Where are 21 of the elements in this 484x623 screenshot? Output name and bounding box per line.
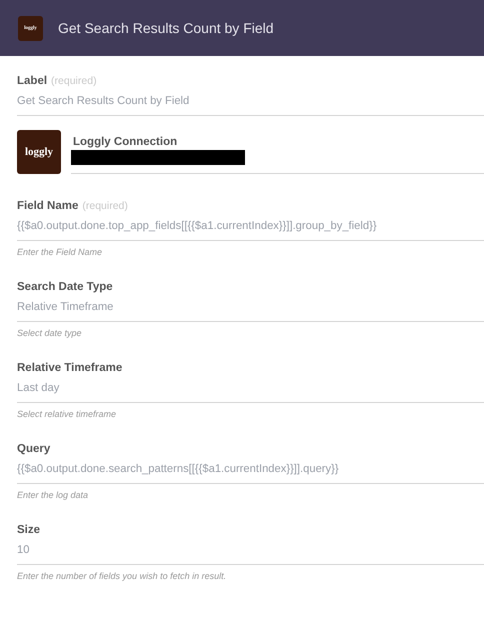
input-field[interactable]: {{$a0.output.done.search_patterns[[{{$a1.currentIndex}}]].query}} (17, 457, 484, 484)
input-field[interactable]: Get Search Results Count by Field (17, 89, 484, 116)
step-title: Get Search Results Count by Field (58, 20, 274, 36)
connection-title: Loggly Connection (73, 136, 178, 148)
help-text: Select date type (17, 328, 83, 338)
field-label: Label (17, 74, 48, 89)
field-label: Search Date Type (17, 280, 113, 295)
help-text: Enter the log data (17, 490, 90, 500)
connection-field[interactable]: Loggly Connection (71, 130, 484, 174)
input-field[interactable]: Relative Timeframe (17, 295, 484, 322)
field-label: Size (17, 523, 40, 538)
help-text: Enter the number of fields you wish to fetch in result. (17, 571, 228, 581)
input-field[interactable]: Last day (17, 376, 484, 403)
field-label: Relative Timeframe (17, 361, 122, 376)
field-label: Field Name (17, 199, 78, 214)
loggly-logo-icon: loggly (17, 130, 61, 174)
field-label: Query (17, 442, 50, 457)
input-field[interactable]: 10 (17, 538, 484, 565)
help-text: Enter the Field Name (17, 247, 104, 257)
help-text: Select relative timeframe (17, 409, 118, 419)
input-field[interactable]: {{$a0.output.done.top_app_fields[[{{$a1.currentIndex}}]].group_by_field}} (17, 214, 484, 241)
